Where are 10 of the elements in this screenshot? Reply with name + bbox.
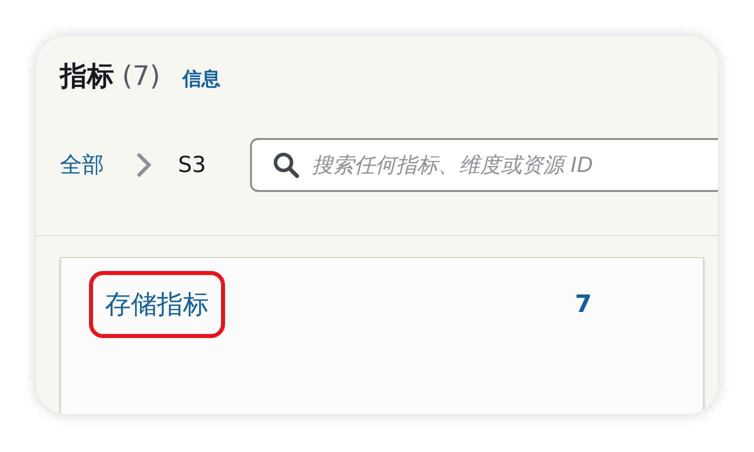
- search-field[interactable]: 搜索任何指标、维度或资源 ID: [250, 138, 718, 192]
- chevron-right-icon: [134, 151, 154, 179]
- category-count: 7: [575, 290, 592, 318]
- breadcrumb-link[interactable]: 全部: [60, 150, 104, 180]
- category-link[interactable]: 存储指标: [89, 270, 225, 338]
- info-link[interactable]: 信息: [182, 66, 220, 92]
- search-icon: [272, 151, 300, 179]
- breadcrumb-current: S3: [178, 152, 206, 178]
- page-title: 指标: [60, 60, 114, 94]
- metric-count: (7): [122, 61, 160, 92]
